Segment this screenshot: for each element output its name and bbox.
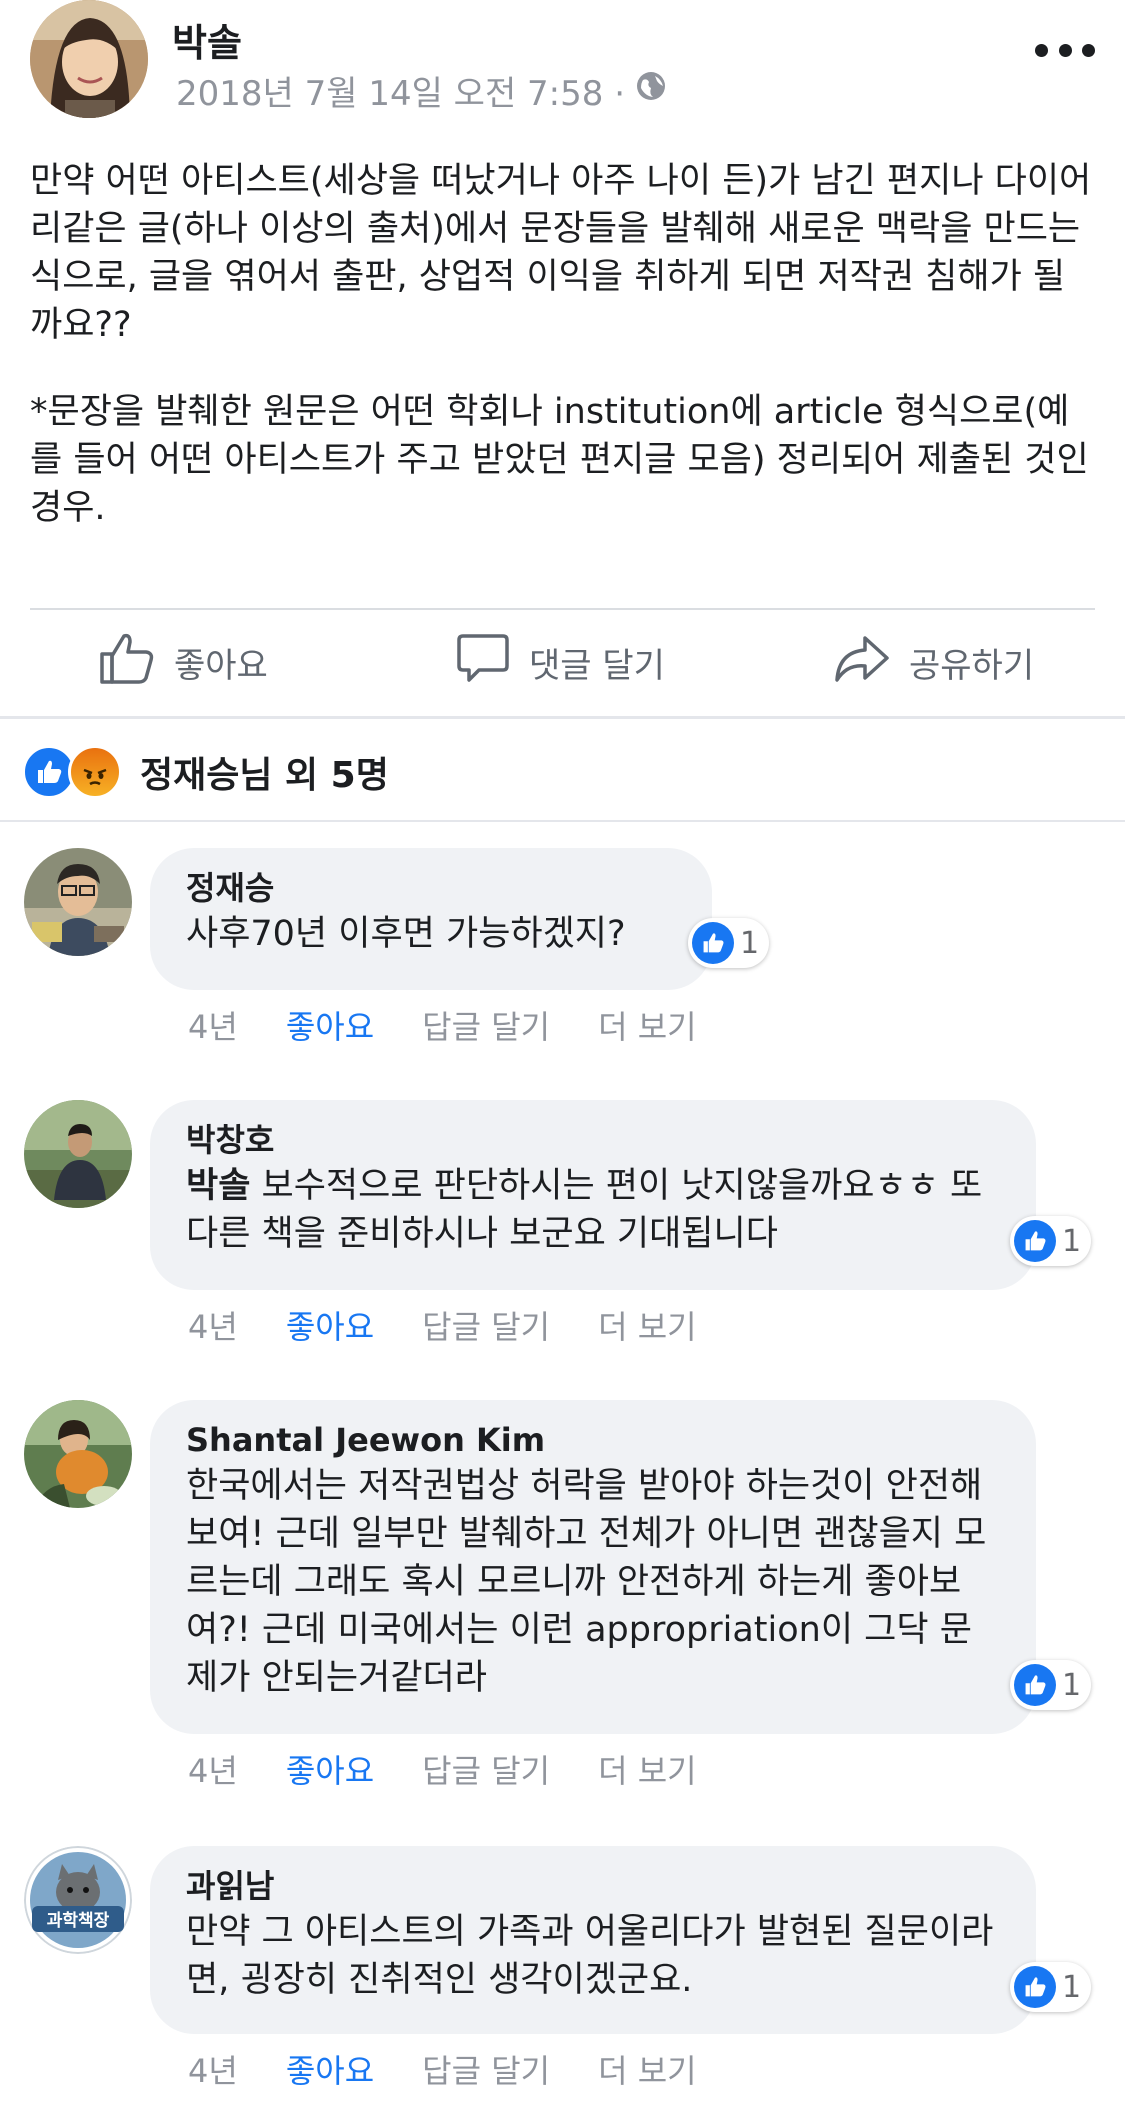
commenter-name[interactable]: Shantal Jeewon Kim [186,1418,1000,1462]
like-count-value: 1 [1062,1969,1082,2005]
dot-icon [1058,43,1072,57]
thumbs-up-icon [98,630,156,695]
section-divider [0,716,1125,719]
commenter-avatar[interactable]: 과학책장 [24,1846,132,1954]
post-timestamp[interactable]: 2018년 7월 14일 오전 7:58 · [176,66,625,115]
comment-actions: 4년 좋아요 답글 달기 더 보기 [188,1746,745,1792]
commenter-avatar[interactable] [24,1100,132,1208]
like-count-value: 1 [1062,1667,1082,1703]
comment-like-count[interactable]: 1 [1010,1216,1092,1266]
comment-like-count[interactable]: 1 [1010,1660,1092,1710]
like-button[interactable]: 좋아요 [98,612,268,712]
avatar-badge-text: 과학책장 [47,1911,110,1931]
angry-reaction-icon [68,745,122,799]
like-count-value: 1 [740,925,760,961]
commenter-name[interactable]: 과읽남 [186,1864,1000,1908]
commenter-name[interactable]: 정재승 [186,866,676,910]
comment-actions: 4년 좋아요 답글 달기 더 보기 [188,1302,745,1348]
comment-actions: 4년 좋아요 답글 달기 더 보기 [188,2046,745,2092]
post-meta: 2018년 7월 14일 오전 7:58 · [176,66,667,115]
comment-bubble[interactable]: Shantal Jeewon Kim 한국에서는 저작권법상 허락을 받아야 하… [150,1400,1036,1734]
author-avatar[interactable] [30,0,148,118]
mention-link[interactable]: 박솔 [186,1166,250,1206]
comment-more-link[interactable]: 더 보기 [598,2046,697,2092]
section-divider [0,820,1125,822]
comment-more-link[interactable]: 더 보기 [598,1746,697,1792]
comment-bubble[interactable]: 과읽남 만약 그 아티스트의 가족과 어울리다가 발현된 질문이라면, 굉장히 … [150,1846,1036,2034]
comment-text: 만약 그 아티스트의 가족과 어울리다가 발현된 질문이라면, 굉장히 진취적인… [186,1912,994,2000]
comment-time[interactable]: 4년 [188,1746,238,1792]
comment-like-link[interactable]: 좋아요 [286,1746,374,1792]
share-label: 공유하기 [909,645,1035,686]
comment-like-link[interactable]: 좋아요 [286,2046,374,2092]
dot-icon [1035,43,1048,57]
comment-reply-link[interactable]: 답글 달기 [422,2046,550,2092]
comment-like-count[interactable]: 1 [688,918,770,968]
comment-bubble[interactable]: 박창호 박솔 보수적으로 판단하시는 편이 낫지않을까요ㅎㅎ 또다른 책을 준비… [150,1100,1036,1290]
like-reaction-icon [692,922,734,964]
comment-time[interactable]: 4년 [188,1002,238,1048]
comment-icon [455,630,511,695]
comment-text: 박솔 보수적으로 판단하시는 편이 낫지않을까요ㅎㅎ 또다른 책을 준비하시나 … [186,1162,1000,1258]
comment-reply-link[interactable]: 답글 달기 [422,1746,550,1792]
post-actions-bar: 좋아요 댓글 달기 공유하기 [0,612,1125,712]
comment-like-link[interactable]: 좋아요 [286,1002,374,1048]
like-reaction-icon [1014,1220,1056,1262]
like-reaction-icon [1014,1664,1056,1706]
globe-icon [635,70,667,111]
divider [30,608,1095,610]
share-arrow-icon [833,630,891,695]
commenter-avatar[interactable] [24,1400,132,1508]
comment-time[interactable]: 4년 [188,1302,238,1348]
comment-actions: 4년 좋아요 답글 달기 더 보기 [188,1002,745,1048]
comment-reply-link[interactable]: 답글 달기 [422,1002,550,1048]
comment-like-link[interactable]: 좋아요 [286,1302,374,1348]
comment-text-body: 보수적으로 판단하시는 편이 낫지않을까요ㅎㅎ 또다른 책을 준비하시나 보군요… [186,1166,983,1254]
share-button[interactable]: 공유하기 [833,612,1034,712]
comment-text: 사후70년 이후면 가능하겠지? [186,914,626,954]
comment-text: 한국에서는 저작권법상 허락을 받아야 하는것이 안전해 보여! 근데 일부만 … [186,1466,987,1698]
like-label: 좋아요 [174,645,268,686]
comment-like-count[interactable]: 1 [1010,1962,1092,2012]
comment-more-link[interactable]: 더 보기 [598,1002,697,1048]
post-text-note: *문장을 발췌한 원문은 어떤 학회나 institution에 article… [30,392,1089,528]
comment-label: 댓글 달기 [529,645,665,686]
comment-reply-link[interactable]: 답글 달기 [422,1302,550,1348]
more-options-button[interactable] [1035,30,1095,70]
like-reaction-icon [1014,1966,1056,2008]
commenter-avatar[interactable] [24,848,132,956]
post-text: 만약 어떤 아티스트(세상을 떠났거나 아주 나이 든)가 남긴 편지나 다이어… [30,161,1092,345]
author-name[interactable]: 박솔 [172,12,242,67]
reactions-text: 정재승님 외 5명 [140,755,389,796]
comment-time[interactable]: 4년 [188,2046,238,2092]
dot-icon [1082,43,1095,57]
reactions-summary[interactable]: 정재승님 외 5명 [22,742,389,802]
like-count-value: 1 [1062,1223,1082,1259]
comment-more-link[interactable]: 더 보기 [598,1302,697,1348]
commenter-name[interactable]: 박창호 [186,1118,1000,1162]
comment-bubble[interactable]: 정재승 사후70년 이후면 가능하겠지? [150,848,712,990]
comment-button[interactable]: 댓글 달기 [455,612,665,712]
